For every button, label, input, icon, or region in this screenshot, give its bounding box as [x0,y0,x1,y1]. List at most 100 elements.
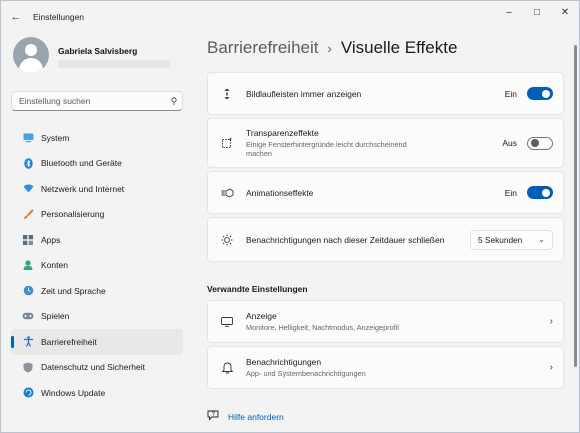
gamepad-icon [17,312,39,320]
transparency-toggle[interactable] [527,136,553,150]
setting-text: Benachrichtigungen nach dieser Zeitdauer… [246,235,444,245]
setting-control: Ein [505,172,553,213]
related-item-display[interactable]: Anzeige Monitore, Helligkeit, Nachtmodus… [207,300,564,343]
globe-clock-icon [17,285,39,296]
setting-control: Aus [502,119,553,167]
maximize-icon: □ [533,6,541,18]
animation-icon [219,187,235,198]
setting-description: App- und Systembenachrichtigungen [246,369,366,378]
title-bar: ← Einstellungen – □ ✕ [1,1,579,33]
search-box[interactable]: ⚲ [11,91,183,111]
display-icon [219,316,235,327]
sidebar-item-label: Windows Update [41,387,106,398]
sidebar-item-accounts[interactable]: Konten [11,253,183,279]
shield-icon [17,362,39,373]
profile-info: Gabriela Salvisberg [58,46,170,68]
sidebar-nav: System Bluetooth und Geräte Netzwerk und… [11,125,183,406]
maximize-button[interactable]: □ [523,1,551,23]
setting-control: Ein [505,73,553,114]
avatar-body [19,58,43,73]
related-item-notifications[interactable]: Benachrichtigungen App- und Systembenach… [207,346,564,389]
setting-notification-duration: Benachrichtigungen nach dieser Zeitdauer… [207,217,564,262]
profile-name: Gabriela Salvisberg [58,46,138,56]
setting-control: › [550,301,553,342]
toggle-knob [530,139,539,147]
sidebar-item-personalization[interactable]: Personalisierung [11,202,183,228]
back-button[interactable]: ← [7,8,25,26]
toggle-knob [542,188,550,197]
sidebar-item-label: Zeit und Sprache [41,285,106,296]
setting-transparency: Transparenzeffekte Einige Fensterhinterg… [207,118,564,168]
close-icon: ✕ [560,6,570,18]
setting-control: 5 Sekunden ⌄ [470,218,553,261]
avatar-head [25,44,37,56]
setting-title: Transparenzeffekte [246,128,319,138]
breadcrumb-parent[interactable]: Barrierefreiheit [207,38,319,58]
setting-title: Anzeige [246,311,277,321]
arrow-left-icon: ← [10,11,22,23]
notification-duration-dropdown[interactable]: 5 Sekunden ⌄ [470,229,553,250]
sidebar-item-windows-update[interactable]: Windows Update [11,380,183,406]
animation-toggle[interactable] [527,186,553,199]
setting-title: Animationseffekte [246,187,314,198]
update-icon [17,387,39,398]
setting-description: Monitore, Helligkeit, Nachtmodus, Anzeig… [246,323,399,332]
sidebar-item-label: Bluetooth und Geräte [41,158,122,169]
scrollbars-toggle[interactable] [527,87,553,100]
sidebar-item-gaming[interactable]: Spielen [11,304,183,330]
setting-text: Transparenzeffekte Einige Fensterhinterg… [246,128,426,158]
sidebar-item-time-language[interactable]: Zeit und Sprache [11,278,183,304]
bluetooth-icon [17,157,39,169]
breadcrumb-separator: › [327,40,332,56]
get-help-label: Hilfe anfordern [228,411,284,422]
sidebar-item-accessibility[interactable]: Barrierefreiheit [11,329,183,355]
page-title: Visuelle Effekte [340,38,458,57]
window-controls: – □ ✕ [495,1,579,23]
scrollbar-thumb[interactable] [574,45,577,367]
setting-title: Benachrichtigungen [246,357,322,367]
accessibility-icon [17,336,39,348]
sidebar-item-bluetooth[interactable]: Bluetooth und Geräte [11,151,183,177]
user-profile[interactable]: Gabriela Salvisberg [13,37,170,73]
main-content: Barrierefreiheit › Visuelle Effekte Bild… [207,33,564,432]
setting-title: Benachrichtigungen nach dieser Zeitdauer… [246,234,445,245]
setting-text: Anzeige Monitore, Helligkeit, Nachtmodus… [246,311,399,332]
sidebar-item-apps[interactable]: Apps [11,227,183,253]
sidebar-item-system[interactable]: System [11,125,183,151]
sidebar-item-privacy[interactable]: Datenschutz und Sicherheit [11,355,183,381]
sidebar: Gabriela Salvisberg ⚲ System Bluetooth u… [1,33,191,432]
settings-window: ← Einstellungen – □ ✕ Gabriela Salvisber… [0,0,580,433]
sidebar-item-network[interactable]: Netzwerk und Internet [11,176,183,202]
related-settings-heading: Verwandte Einstellungen [207,284,308,294]
toggle-state-label: Ein [504,88,517,99]
bell-icon [219,362,235,374]
profile-email-redacted [58,60,170,68]
dropdown-value: 5 Sekunden [478,234,523,245]
toggle-knob [542,89,550,98]
sidebar-item-label: Datenschutz und Sicherheit [41,362,145,373]
search-input[interactable] [12,96,166,106]
minimize-icon: – [506,6,512,18]
monitor-icon [17,133,39,143]
avatar [13,37,49,73]
apps-icon [17,234,39,245]
minimize-button[interactable]: – [495,1,523,23]
sidebar-item-label: Barrierefreiheit [41,336,97,347]
sidebar-item-label: Spielen [41,311,70,322]
sidebar-item-label: System [41,132,70,143]
brightness-icon [219,234,235,246]
setting-scrollbars: Bildlaufleisten immer anzeigen Ein [207,72,564,115]
close-button[interactable]: ✕ [551,1,579,23]
chevron-right-icon: › [549,362,553,373]
setting-animation: Animationseffekte Ein [207,171,564,214]
setting-text: Benachrichtigungen App- und Systembenach… [246,357,366,378]
help-icon: ? [207,410,221,423]
scrollbar-icon [219,88,235,100]
setting-description: Einige Fensterhintergründe leicht durchs… [246,140,407,158]
brush-icon [17,209,39,220]
app-title: Einstellungen [33,12,85,22]
chevron-down-icon: ⌄ [538,235,545,244]
get-help-link[interactable]: ? Hilfe anfordern [207,410,284,423]
search-icon[interactable]: ⚲ [166,96,182,107]
sidebar-item-label: Konten [41,260,68,271]
